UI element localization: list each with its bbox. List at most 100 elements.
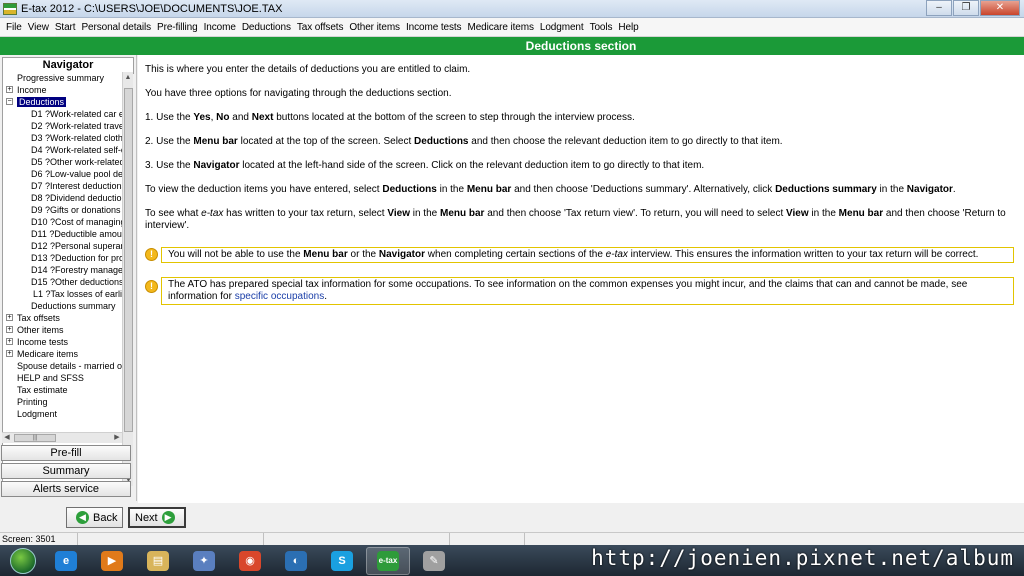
taskbar-chrome-button[interactable]: ◉ [228,547,272,575]
navigator-item[interactable]: + Medicare items [3,348,122,360]
navigator-item[interactable]: D2 ?Work-related travel e [3,120,122,132]
taskbar-network-tool-button[interactable]: ✦ [182,547,226,575]
navigator-item[interactable]: + Income tests [3,336,122,348]
navigator-vertical-scrollbar[interactable]: ▲ ▼ [122,72,133,486]
navigator-item[interactable]: D11 ?Deductible amount of [3,228,122,240]
navigator-item[interactable]: Spouse details - married or d [3,360,122,372]
navigator-item[interactable]: D4 ?Work-related self-ed [3,144,122,156]
menu-lodgment[interactable]: Lodgment [537,22,587,33]
menu-tools[interactable]: Tools [587,22,616,33]
navigator-item[interactable]: + Tax offsets [3,312,122,324]
navigator-horizontal-scrollbar[interactable]: ◀ ||| ▶ [2,432,122,443]
horizontal-scroll-thumb[interactable]: ||| [14,434,56,442]
summary-button[interactable]: Summary [1,463,131,479]
menu-tax-offsets[interactable]: Tax offsets [294,22,347,33]
file-explorer-icon: ▤ [147,550,169,571]
taskbar-wmp-alt-button[interactable]: ◐ [274,547,318,575]
network-tool-icon: ✦ [193,550,215,571]
section-title: Deductions section [138,37,1024,55]
navigator-item[interactable]: D13 ?Deduction for project [3,252,122,264]
scroll-up-arrow-icon[interactable]: ▲ [123,72,133,83]
navigator-tree: Progressive summary + Income − Deductions D1 … [2,72,122,484]
navigator-item[interactable]: D7 ?Interest deductions [3,180,122,192]
expand-icon[interactable]: + [6,314,13,321]
status-bar: Screen: 3501 [0,532,1024,545]
menu-help[interactable]: Help [615,22,641,33]
minimize-button[interactable]: – [926,0,952,16]
taskbar-paint-button[interactable]: ✎ [412,547,456,575]
options-intro-text: You have three options for navigating th… [145,88,452,99]
menu-start[interactable]: Start [52,22,79,33]
media-player-icon: ▶ [101,550,123,571]
content-panel: This is where you enter the details of d… [138,55,1024,503]
scroll-right-arrow-icon[interactable]: ▶ [112,433,122,441]
navigator-item[interactable]: D15 ?Other deductions [3,276,122,288]
navigator-item[interactable]: Tax estimate [3,384,122,396]
navigator-item[interactable]: Deductions summary [3,300,122,312]
navigator-item[interactable]: + Income [3,84,122,96]
note-box-occupations: The ATO has prepared special tax informa… [161,277,1014,305]
expand-icon[interactable]: + [6,338,13,345]
prefill-button[interactable]: Pre-fill [1,445,131,461]
navigator-item[interactable]: D9 ?Gifts or donations [3,204,122,216]
navigator-item[interactable]: D5 ?Other work-related e [3,156,122,168]
navigator-item-label: Other items [17,325,64,335]
menu-pre-filling[interactable]: Pre-filling [154,22,201,33]
header-strip [0,37,138,55]
navigator-item-label: Medicare items [17,349,79,359]
taskbar-file-explorer-button[interactable]: ▤ [136,547,180,575]
navigator-item-label: Income [17,85,47,95]
expand-icon[interactable]: + [6,350,13,357]
menu-deductions[interactable]: Deductions [239,22,294,33]
menu-view[interactable]: View [25,22,52,33]
navigator-item[interactable]: D10 ?Cost of managing tax [3,216,122,228]
navigator-item[interactable]: D3 ?Work-related clothing [3,132,122,144]
expand-icon[interactable]: + [6,326,13,333]
taskbar-e-tax-button[interactable]: e-tax [366,546,410,575]
navigator-item[interactable]: Lodgment [3,408,122,420]
navigator-item-label: D9 ?Gifts or donations [31,205,121,215]
specific-occupations-link[interactable]: specific occupations [235,291,325,302]
taskbar-internet-explorer-button[interactable]: e [44,547,88,575]
navigator-item-label: L1 ?Tax losses of earlier [33,289,122,299]
screen-number: Screen: 3501 [0,533,78,545]
menu-personal-details[interactable]: Personal details [78,22,154,33]
navigator-item[interactable]: D6 ?Low-value pool dedu [3,168,122,180]
start-button[interactable] [10,547,36,574]
navigator-item[interactable]: HELP and SFSS [3,372,122,384]
taskbar-media-player-button[interactable]: ▶ [90,547,134,575]
menu-other-items[interactable]: Other items [346,22,403,33]
alerts-service-button[interactable]: Alerts service [1,481,131,497]
navigator-item[interactable]: D14 ?Forestry managed in [3,264,122,276]
navigator-item[interactable]: D8 ?Dividend deductions [3,192,122,204]
intro-text: This is where you enter the details of d… [145,64,471,75]
navigator-item[interactable]: D12 ?Personal superannua [3,240,122,252]
navigator-item[interactable]: Printing [3,396,122,408]
menu-income-tests[interactable]: Income tests [403,22,465,33]
paint-icon: ✎ [423,550,445,571]
navigator-item-label: Spouse details - married or d [17,361,122,371]
close-button[interactable]: ✕ [980,0,1020,16]
navigator-item[interactable]: L1 ?Tax losses of earlier [3,288,122,300]
taskbar-skype-button[interactable]: S [320,547,364,575]
navigator-item[interactable]: Progressive summary [3,72,122,84]
scroll-left-arrow-icon[interactable]: ◀ [2,433,12,441]
back-button-label: Back [93,511,118,524]
navigator-item[interactable]: + Other items [3,324,122,336]
back-button[interactable]: ◀ Back [66,507,124,528]
navigator-item-label: Deductions summary [31,301,116,311]
navigator-item[interactable]: − Deductions [3,96,122,108]
menu-file[interactable]: File [3,22,25,33]
next-button[interactable]: Next ▶ [128,507,186,528]
note-box-menu-restriction: You will not be able to use the Menu bar… [161,247,1014,263]
expand-icon[interactable]: + [6,86,13,93]
menu-income[interactable]: Income [201,22,239,33]
menu-medicare-items[interactable]: Medicare items [464,22,536,33]
navigator-item[interactable]: D1 ?Work-related car exp [3,108,122,120]
collapse-icon[interactable]: − [6,98,13,105]
navigator-item-label: Lodgment [17,409,58,419]
option-1-text: 1. Use the Yes, No and Next buttons loca… [145,112,635,123]
navigator-item-label: D7 ?Interest deductions [31,181,122,191]
scroll-thumb[interactable] [124,88,133,432]
maximize-button[interactable]: ❐ [953,0,979,16]
